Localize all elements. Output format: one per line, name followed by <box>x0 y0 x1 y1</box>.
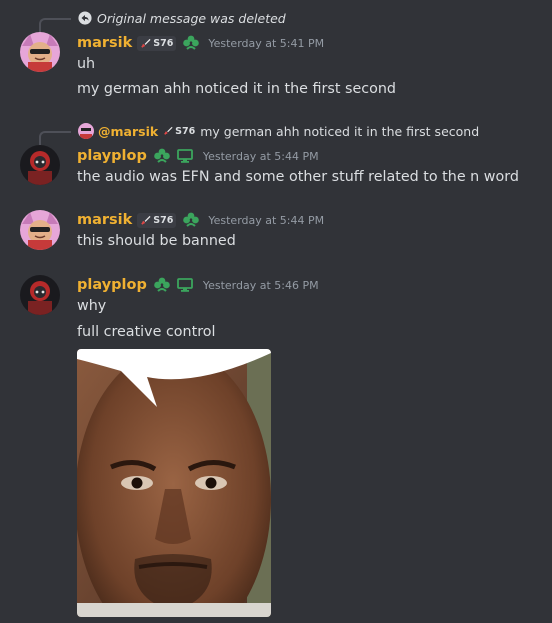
avatar-marsik-image <box>20 32 60 72</box>
message-line: uh <box>77 56 96 72</box>
message-line: the audio was EFN and some other stuff r… <box>77 169 519 185</box>
reply-preview[interactable]: @marsik S76 my german ahh noticed it in … <box>78 122 479 140</box>
message-line: full creative control <box>77 324 216 340</box>
sword-icon <box>164 126 173 135</box>
reply-mention[interactable]: @marsik <box>98 124 158 139</box>
attachment-image <box>77 349 271 617</box>
timestamp[interactable]: Yesterday at 5:44 PM <box>203 150 319 163</box>
clover-badge-icon[interactable] <box>153 276 171 294</box>
reply-deleted[interactable]: Original message was deleted <box>78 10 286 26</box>
server-tag-label: S76 <box>153 214 174 226</box>
image-attachment[interactable] <box>77 349 271 617</box>
message-header: marsik S76 Yesterday at 5:41 PM <box>77 33 324 53</box>
message-line: this should be banned <box>77 233 236 249</box>
message-line: why <box>77 298 107 314</box>
sword-icon <box>141 215 151 225</box>
username[interactable]: marsik <box>77 35 132 51</box>
timestamp[interactable]: Yesterday at 5:44 PM <box>208 214 324 227</box>
reply-connector <box>39 131 71 145</box>
reply-arrow-icon <box>78 11 92 25</box>
reply-server-tag-label: S76 <box>175 125 196 137</box>
username[interactable]: marsik <box>77 212 132 228</box>
desktop-icon[interactable] <box>176 147 194 165</box>
reply-avatar <box>78 123 94 139</box>
server-tag[interactable]: S76 <box>137 35 177 51</box>
message-header: marsik S76 Yesterday at 5:44 PM <box>77 210 324 230</box>
server-tag-label: S76 <box>153 37 174 49</box>
avatar-marsik[interactable] <box>20 210 60 250</box>
timestamp[interactable]: Yesterday at 5:46 PM <box>203 279 319 292</box>
avatar-marsik-image <box>20 210 60 250</box>
clover-badge-icon[interactable] <box>182 211 200 229</box>
server-tag[interactable]: S76 <box>137 212 177 228</box>
timestamp[interactable]: Yesterday at 5:41 PM <box>208 37 324 50</box>
sword-icon <box>141 38 151 48</box>
username[interactable]: playplop <box>77 148 147 164</box>
avatar-playplop[interactable] <box>20 145 60 185</box>
clover-badge-icon[interactable] <box>153 147 171 165</box>
message-header: playplop Yesterday at 5:46 PM <box>77 275 319 295</box>
avatar-playplop[interactable] <box>20 275 60 315</box>
desktop-icon[interactable] <box>176 276 194 294</box>
message-line: my german ahh noticed it in the first se… <box>77 81 396 97</box>
reply-deleted-text: Original message was deleted <box>97 10 286 26</box>
avatar-marsik[interactable] <box>20 32 60 72</box>
reply-text[interactable]: my german ahh noticed it in the first se… <box>200 124 479 139</box>
message-header: playplop Yesterday at 5:44 PM <box>77 146 319 166</box>
clover-badge-icon[interactable] <box>182 34 200 52</box>
avatar-playplop-image <box>20 275 60 315</box>
reply-server-tag: S76 <box>163 124 195 139</box>
username[interactable]: playplop <box>77 277 147 293</box>
avatar-playplop-image <box>20 145 60 185</box>
